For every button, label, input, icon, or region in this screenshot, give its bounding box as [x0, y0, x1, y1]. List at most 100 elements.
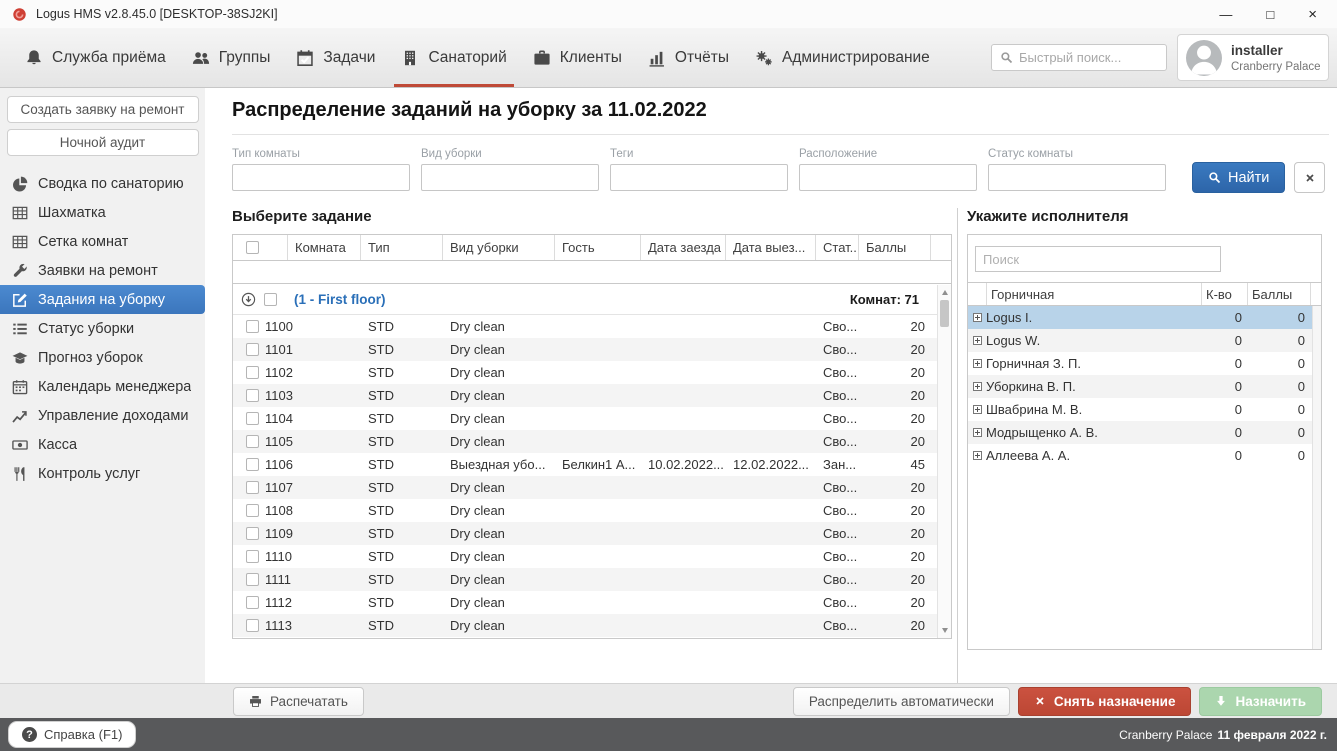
row-checkbox[interactable] — [246, 412, 259, 425]
column-header[interactable]: Дата выез... — [726, 235, 816, 260]
find-button[interactable]: Найти — [1192, 162, 1285, 193]
row-checkbox[interactable] — [246, 458, 259, 471]
nav-tab-clients[interactable]: Клиенты — [520, 28, 635, 87]
column-header[interactable]: Комната — [288, 235, 361, 260]
minimize-button[interactable]: — — [1219, 8, 1232, 21]
filter-input[interactable] — [988, 164, 1166, 191]
row-checkbox[interactable] — [246, 389, 259, 402]
filter-input[interactable] — [232, 164, 410, 191]
expand-icon[interactable] — [973, 359, 982, 368]
row-checkbox[interactable] — [246, 527, 259, 540]
task-row-8[interactable]: 1108 STD Dry clean Сво... 20 — [233, 499, 951, 522]
row-checkbox[interactable] — [246, 573, 259, 586]
scroll-up-icon[interactable] — [942, 290, 948, 295]
expand-icon[interactable] — [973, 428, 982, 437]
select-all-checkbox[interactable] — [246, 241, 259, 254]
user-card[interactable]: installer Cranberry Palace — [1177, 34, 1329, 81]
executor-row-0[interactable]: Logus I. 0 0 — [968, 306, 1321, 329]
task-row-10[interactable]: 1110 STD Dry clean Сво... 20 — [233, 545, 951, 568]
executors-scrollbar[interactable] — [1312, 306, 1321, 649]
expand-icon[interactable] — [973, 313, 982, 322]
sidebar-item-room-grid[interactable]: Сетка комнат — [0, 227, 205, 256]
clear-filters-button[interactable] — [1294, 162, 1325, 193]
sidebar-button-create-repair-request[interactable]: Создать заявку на ремонт — [7, 96, 199, 123]
task-row-2[interactable]: 1102 STD Dry clean Сво... 20 — [233, 361, 951, 384]
row-checkbox[interactable] — [246, 435, 259, 448]
row-checkbox[interactable] — [246, 619, 259, 632]
task-row-12[interactable]: 1112 STD Dry clean Сво... 20 — [233, 591, 951, 614]
filter-input[interactable] — [610, 164, 788, 191]
task-row-11[interactable]: 1111 STD Dry clean Сво... 20 — [233, 568, 951, 591]
nav-tab-sanatorium[interactable]: Санаторий — [388, 28, 519, 87]
sidebar-item-resort-summary[interactable]: Сводка по санаторию — [0, 169, 205, 198]
nav-tab-groups[interactable]: Группы — [179, 28, 284, 87]
row-checkbox[interactable] — [246, 550, 259, 563]
sidebar-button-night-audit[interactable]: Ночной аудит — [7, 129, 199, 156]
help-button[interactable]: Справка (F1) — [8, 721, 136, 748]
scrollbar-thumb[interactable] — [940, 300, 949, 327]
tasks-scrollbar[interactable] — [937, 285, 951, 638]
column-header[interactable]: Вид уборки — [443, 235, 555, 260]
task-row-1[interactable]: 1101 STD Dry clean Сво... 20 — [233, 338, 951, 361]
close-button[interactable]: × — [1308, 7, 1317, 22]
sidebar-item-cleaning-status[interactable]: Статус уборки — [0, 314, 205, 343]
sidebar-item-service-control[interactable]: Контроль услуг — [0, 459, 205, 488]
sidebar-item-revenue-management[interactable]: Управление доходами — [0, 401, 205, 430]
task-row-0[interactable]: 1100 STD Dry clean Сво... 20 — [233, 315, 951, 338]
sidebar-item-manager-calendar[interactable]: Календарь менеджера — [0, 372, 205, 401]
row-checkbox[interactable] — [246, 504, 259, 517]
filter-input[interactable] — [799, 164, 977, 191]
executor-row-4[interactable]: Швабрина М. В. 0 0 — [968, 398, 1321, 421]
unassign-button[interactable]: Снять назначение — [1018, 687, 1192, 716]
nav-tab-reports[interactable]: Отчёты — [635, 28, 742, 87]
sidebar-item-repair-requests[interactable]: Заявки на ремонт — [0, 256, 205, 285]
assign-button[interactable]: Назначить — [1199, 687, 1322, 716]
scroll-down-icon[interactable] — [942, 628, 948, 633]
row-checkbox[interactable] — [246, 343, 259, 356]
column-header[interactable]: К-во — [1202, 283, 1248, 305]
print-button[interactable]: Распечатать — [233, 687, 364, 716]
executors-search-input[interactable] — [975, 246, 1221, 272]
task-row-13[interactable]: 1113 STD Dry clean Сво... 20 — [233, 614, 951, 637]
task-row-4[interactable]: 1104 STD Dry clean Сво... 20 — [233, 407, 951, 430]
sidebar-item-cleaning-forecast[interactable]: Прогноз уборок — [0, 343, 205, 372]
distribute-auto-button[interactable]: Распределить автоматически — [793, 687, 1010, 716]
executor-row-3[interactable]: Уборкина В. П. 0 0 — [968, 375, 1321, 398]
column-header[interactable]: Дата заезда — [641, 235, 726, 260]
row-checkbox[interactable] — [246, 481, 259, 494]
sidebar-item-chessboard[interactable]: Шахматка — [0, 198, 205, 227]
group-row[interactable]: (1 - First floor) Комнат: 71 — [233, 284, 951, 315]
expand-icon[interactable] — [973, 382, 982, 391]
task-row-6[interactable]: 1106 STD Выездная убо... Белкин1 А... 10… — [233, 453, 951, 476]
executor-row-5[interactable]: Модрыщенко А. В. 0 0 — [968, 421, 1321, 444]
maximize-button[interactable]: □ — [1266, 8, 1274, 21]
executor-row-2[interactable]: Горничная З. П. 0 0 — [968, 352, 1321, 375]
column-header[interactable]: Баллы — [859, 235, 931, 260]
task-row-5[interactable]: 1105 STD Dry clean Сво... 20 — [233, 430, 951, 453]
sidebar-item-cleaning-tasks[interactable]: Задания на уборку — [0, 285, 205, 314]
column-header[interactable]: Стат... — [816, 235, 859, 260]
collapse-group-icon[interactable] — [241, 292, 256, 307]
column-header[interactable]: Тип — [361, 235, 443, 260]
task-row-3[interactable]: 1103 STD Dry clean Сво... 20 — [233, 384, 951, 407]
executor-row-1[interactable]: Logus W. 0 0 — [968, 329, 1321, 352]
filter-input[interactable] — [421, 164, 599, 191]
row-checkbox[interactable] — [246, 366, 259, 379]
executor-row-6[interactable]: Аллеева А. А. 0 0 — [968, 444, 1321, 467]
column-header[interactable]: Баллы — [1248, 283, 1311, 305]
row-checkbox[interactable] — [246, 596, 259, 609]
quick-search-input[interactable] — [1019, 50, 1158, 65]
expand-icon[interactable] — [973, 336, 982, 345]
nav-tab-admin[interactable]: Администрирование — [742, 28, 943, 87]
expand-icon[interactable] — [973, 405, 982, 414]
sidebar-item-cash-desk[interactable]: Касса — [0, 430, 205, 459]
row-checkbox[interactable] — [246, 320, 259, 333]
expand-icon[interactable] — [973, 451, 982, 460]
nav-tab-tasks[interactable]: Задачи — [283, 28, 388, 87]
task-row-9[interactable]: 1109 STD Dry clean Сво... 20 — [233, 522, 951, 545]
column-header[interactable]: Гость — [555, 235, 641, 260]
group-checkbox[interactable] — [264, 293, 277, 306]
task-row-7[interactable]: 1107 STD Dry clean Сво... 20 — [233, 476, 951, 499]
nav-tab-reception[interactable]: Служба приёма — [12, 28, 179, 87]
column-header[interactable]: Горничная — [987, 283, 1202, 305]
